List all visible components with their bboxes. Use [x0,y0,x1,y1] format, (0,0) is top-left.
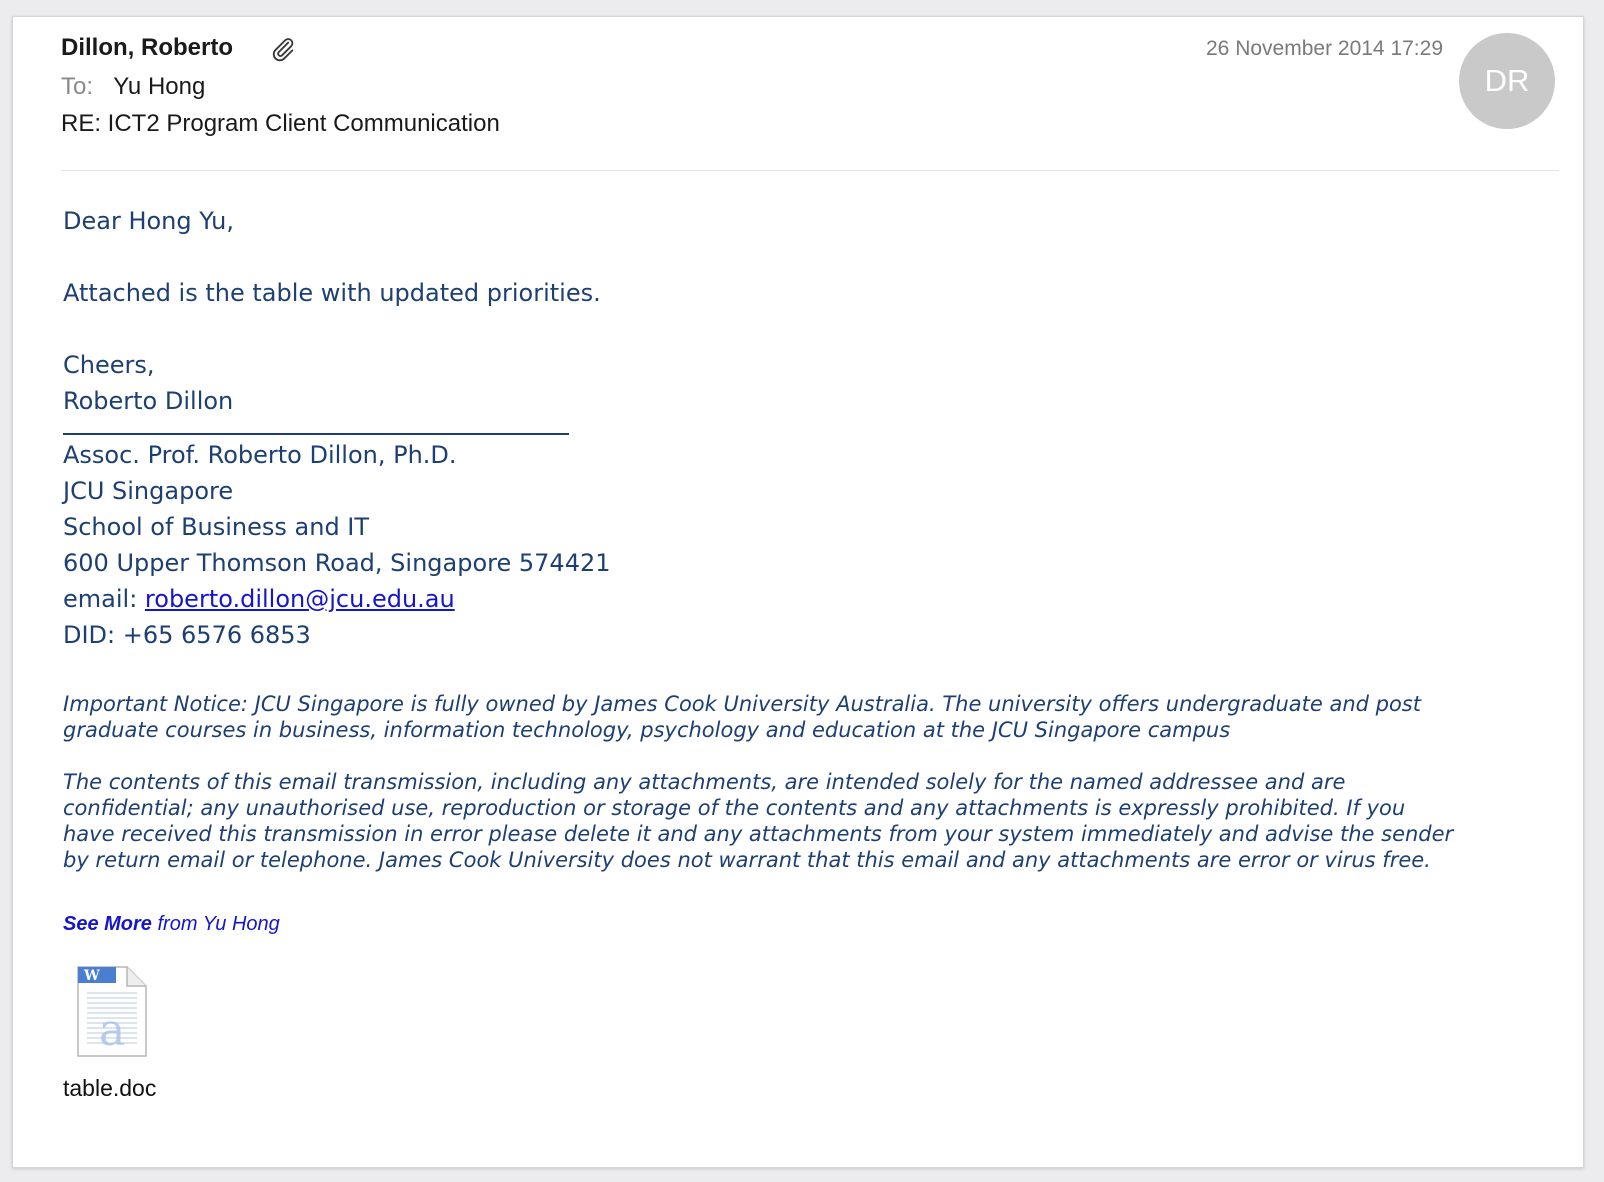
signature-did: DID: +65 6576 6853 [63,621,311,649]
recipient-name[interactable]: Yu Hong [113,73,205,100]
greeting: Dear Hong Yu, [63,207,234,235]
word-document-icon[interactable]: W a [75,965,149,1059]
see-more-from: from Yu Hong [157,913,280,935]
signature-email-row: email: roberto.dillon@jcu.edu.au [63,581,1553,617]
header-divider [61,170,1559,171]
attachment-filename[interactable]: table.doc [63,1075,156,1102]
notice-line: The contents of this email transmission,… [63,770,1346,794]
notice-line: graduate courses in business, informatio… [63,718,1231,742]
email-label: email: [63,585,138,613]
email-message-pane: Dillon, Roberto 26 November 2014 17:29 D… [12,16,1584,1168]
svg-text:W: W [83,968,100,984]
important-notice: Important Notice: JCU Singapore is fully… [63,691,1553,743]
message-subject: RE: ICT2 Program Client Communication [61,110,500,137]
signoff-name: Roberto Dillon [63,387,234,415]
message-body: Dear Hong Yu, Attached is the table with… [63,203,1553,873]
signature-address: 600 Upper Thomson Road, Singapore 574421 [63,549,611,577]
paperclip-icon [272,38,294,62]
see-more-label: See More [63,913,152,935]
notice-line: Important Notice: JCU Singapore is fully… [63,692,1421,716]
sender-name[interactable]: Dillon, Roberto [61,34,233,62]
notice-line: confidential; any unauthorised use, repr… [63,796,1406,820]
to-label: To: [61,73,94,100]
recipient-row: To: Yu Hong [61,73,205,101]
email-link[interactable]: roberto.dillon@jcu.edu.au [145,585,455,613]
avatar: DR [1459,33,1555,129]
notice-line: by return email or telephone. James Cook… [63,848,1431,872]
message-date: 26 November 2014 17:29 [1206,37,1443,60]
closing: Cheers, [63,351,155,379]
signature-title: Assoc. Prof. Roberto Dillon, Ph.D. [63,441,457,469]
notice-line: have received this transmission in error… [63,822,1454,846]
svg-text:a: a [99,1005,125,1056]
confidentiality-notice: The contents of this email transmission,… [63,769,1553,873]
signature-rule [63,433,569,435]
see-more-link[interactable]: See More from Yu Hong [63,913,280,936]
signature-school: School of Business and IT [63,513,370,541]
message-text: Attached is the table with updated prior… [63,279,601,307]
signature-org: JCU Singapore [63,477,234,505]
